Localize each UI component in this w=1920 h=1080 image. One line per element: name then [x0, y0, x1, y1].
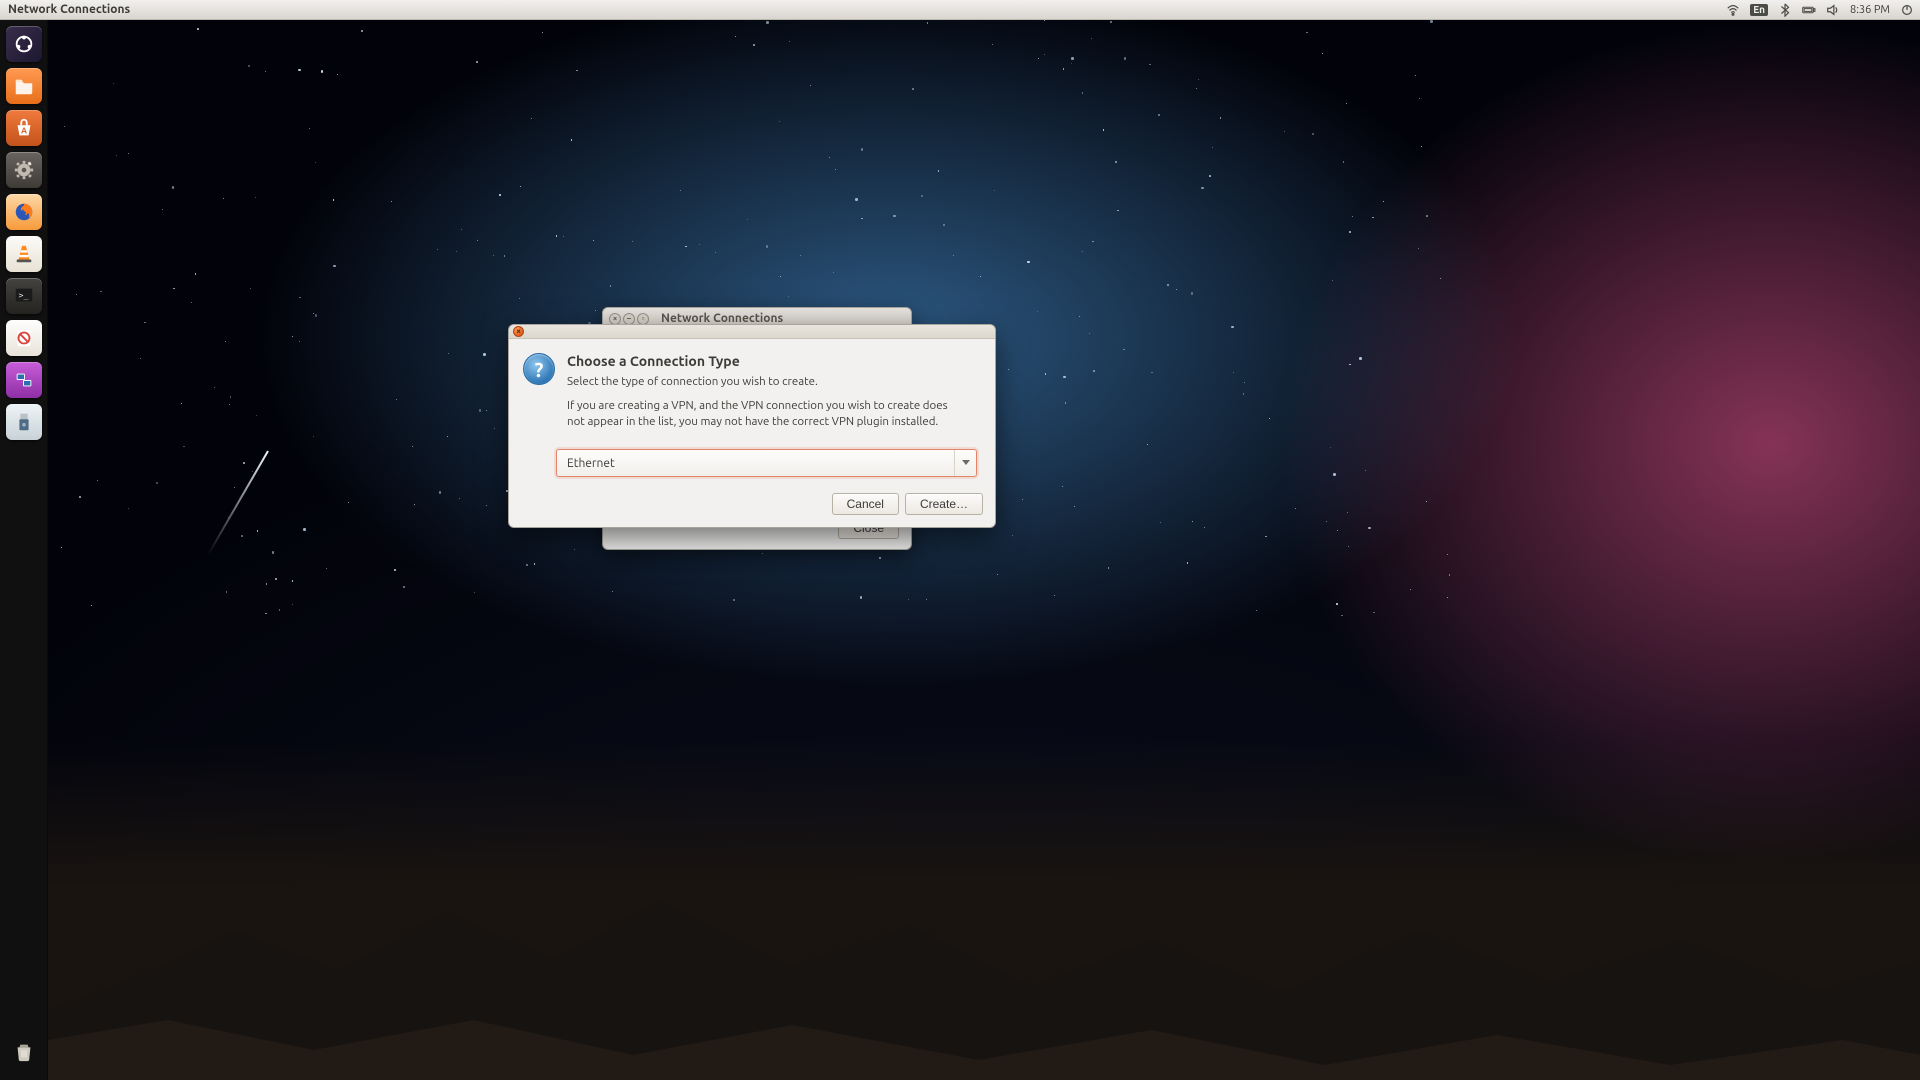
launcher-software-center[interactable]: A	[6, 110, 42, 146]
system-indicators: En 8:36 PM	[1726, 3, 1914, 17]
launcher-vlc[interactable]	[6, 236, 42, 272]
launcher-files[interactable]	[6, 68, 42, 104]
create-button[interactable]: Create…	[905, 493, 983, 515]
connection-type-dialog: ? Choose a Connection Type Select the ty…	[508, 324, 996, 528]
sound-icon[interactable]	[1826, 3, 1840, 17]
language-indicator[interactable]: En	[1750, 4, 1768, 16]
dialog-titlebar[interactable]	[509, 325, 995, 339]
svg-text:>_: >_	[18, 290, 28, 300]
dialog-heading: Choose a Connection Type	[567, 353, 977, 369]
parent-maximize-icon[interactable]: ▫	[637, 313, 649, 325]
launcher-settings[interactable]	[6, 152, 42, 188]
power-icon[interactable]	[1900, 3, 1914, 17]
bluetooth-icon[interactable]	[1778, 3, 1792, 17]
cancel-button[interactable]: Cancel	[832, 493, 899, 515]
dialog-close-icon[interactable]	[513, 326, 524, 337]
desktop-wallpaper	[48, 20, 1920, 1080]
connection-type-dropdown[interactable]: Ethernet	[556, 449, 977, 477]
mountain-silhouette	[48, 870, 1920, 1080]
dialog-actions: Cancel Create…	[509, 477, 995, 527]
launcher-network-tool[interactable]	[6, 362, 42, 398]
parent-minimize-icon[interactable]: –	[623, 313, 635, 325]
menubar-title: Network Connections	[8, 3, 130, 16]
launcher-firefox[interactable]	[6, 194, 42, 230]
dropdown-value: Ethernet	[567, 457, 615, 470]
launcher-terminal[interactable]: >_	[6, 278, 42, 314]
launcher-usb-creator[interactable]	[6, 404, 42, 440]
launcher-evince[interactable]	[6, 320, 42, 356]
chevron-down-icon	[954, 450, 976, 476]
launcher: A >_	[0, 20, 48, 1080]
question-icon: ?	[523, 353, 555, 385]
parent-close-icon[interactable]: ×	[609, 313, 621, 325]
launcher-dash[interactable]	[6, 26, 42, 62]
launcher-trash[interactable]	[6, 1034, 42, 1070]
clock[interactable]: 8:36 PM	[1850, 4, 1890, 16]
wifi-icon[interactable]	[1726, 3, 1740, 17]
menubar: Network Connections En 8:36 PM	[0, 0, 1920, 20]
svg-text:A: A	[21, 126, 27, 136]
battery-icon[interactable]	[1802, 3, 1816, 17]
dialog-note: If you are creating a VPN, and the VPN c…	[567, 398, 967, 429]
dialog-subtitle: Select the type of connection you wish t…	[567, 375, 977, 388]
shooting-star	[207, 451, 269, 556]
